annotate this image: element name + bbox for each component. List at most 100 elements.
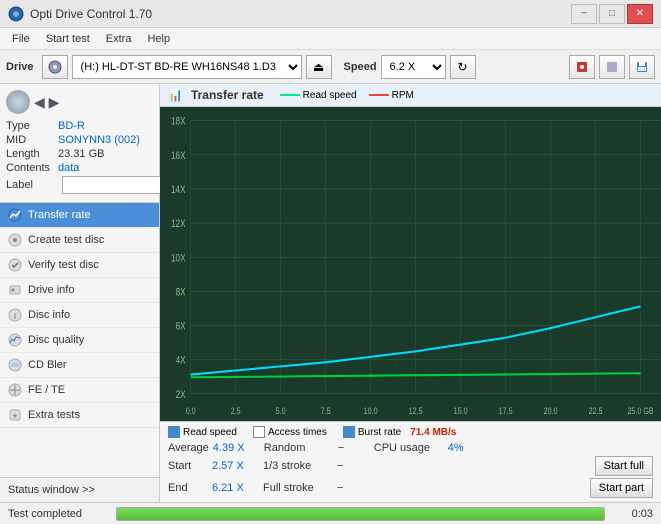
- progress-bar: [116, 507, 605, 521]
- end-label: End: [168, 482, 208, 494]
- disc-type-row: Type BD-R: [6, 120, 153, 132]
- drive-info-icon: [8, 283, 22, 297]
- stat-row-end: End 6.21 X Full stroke − Start part: [168, 478, 653, 498]
- speed-select[interactable]: 6.2 X: [381, 55, 446, 79]
- svg-text:i: i: [14, 312, 16, 321]
- refresh-btn[interactable]: ↻: [450, 55, 476, 79]
- chart-area: 2X 4X 6X 8X 10X 12X 14X 16X 18X 0.0 2.5 …: [160, 107, 661, 421]
- status-time: 0:03: [613, 508, 653, 520]
- nav-item-verify-test-disc[interactable]: Verify test disc: [0, 253, 159, 278]
- disc-icon: [6, 90, 30, 114]
- eject-button[interactable]: ⏏: [306, 55, 332, 79]
- drive-label: Drive: [6, 61, 34, 73]
- legend-read-speed-color: [280, 94, 300, 96]
- disc-nav-arrows[interactable]: ◀ ▶: [34, 94, 59, 111]
- nav-item-cd-bler[interactable]: CD Bler: [0, 353, 159, 378]
- drive-icon-btn[interactable]: [42, 55, 68, 79]
- legend-rpm: RPM: [369, 90, 414, 101]
- svg-text:8X: 8X: [176, 286, 186, 298]
- cpu-usage-value: 4%: [448, 442, 464, 454]
- svg-text:5.0: 5.0: [276, 405, 286, 416]
- minimize-button[interactable]: −: [571, 4, 597, 24]
- nav-item-extra-tests[interactable]: + Extra tests: [0, 403, 159, 428]
- nav-item-disc-quality[interactable]: Disc quality: [0, 328, 159, 353]
- status-bar: Test completed 0:03: [0, 502, 661, 524]
- disc-contents-label: Contents: [6, 162, 58, 174]
- svg-text:18X: 18X: [171, 116, 186, 128]
- nav-item-drive-info[interactable]: Drive info: [0, 278, 159, 303]
- average-value: 4.39 X: [213, 442, 248, 454]
- checkbox-read-speed[interactable]: Read speed: [168, 426, 237, 438]
- disc-mid-label: MID: [6, 134, 58, 146]
- stat-row-start: Start 2.57 X 1/3 stroke − Start full: [168, 456, 653, 476]
- svg-text:0.0: 0.0: [186, 405, 196, 416]
- stats-area: Read speed Access times Burst rate 71.4 …: [160, 421, 661, 502]
- disc-length-value: 23.31 GB: [58, 148, 104, 160]
- checkbox-burst-rate[interactable]: Burst rate 71.4 MB/s: [343, 426, 457, 438]
- disc-length-label: Length: [6, 148, 58, 160]
- disc-contents-row: Contents data: [6, 162, 153, 174]
- drive-select[interactable]: (H:) HL-DT-ST BD-RE WH16NS48 1.D3: [72, 55, 302, 79]
- end-value: 6.21 X: [212, 482, 247, 494]
- start-label: Start: [168, 460, 208, 472]
- disc-contents-value: data: [58, 162, 79, 174]
- menu-extra[interactable]: Extra: [98, 31, 140, 47]
- start-full-button[interactable]: Start full: [595, 456, 653, 476]
- save-btn[interactable]: [629, 55, 655, 79]
- nav-item-disc-info[interactable]: i Disc info: [0, 303, 159, 328]
- window-controls: − □ ✕: [571, 4, 653, 24]
- svg-text:10X: 10X: [171, 252, 186, 264]
- close-button[interactable]: ✕: [627, 4, 653, 24]
- chart-title: Transfer rate: [191, 88, 264, 102]
- svg-text:+: +: [12, 411, 17, 421]
- speed-label: Speed: [344, 61, 377, 73]
- random-label: Random: [264, 442, 334, 454]
- checkbox-access-times[interactable]: Access times: [253, 426, 327, 438]
- menu-start-test[interactable]: Start test: [38, 31, 98, 47]
- burst-rate-value: 71.4 MB/s: [410, 427, 456, 438]
- chart-legend: Read speed RPM: [280, 90, 414, 101]
- cd-bler-icon: [8, 358, 22, 372]
- svg-text:25.0 GB: 25.0 GB: [627, 405, 654, 416]
- disc-length-row: Length 23.31 GB: [6, 148, 153, 160]
- burst-rate-checkbox[interactable]: [343, 426, 355, 438]
- fe-te-icon: [8, 383, 22, 397]
- main-layout: ◀ ▶ Type BD-R MID SONYNN3 (002) Length 2…: [0, 84, 661, 502]
- title-bar: Opti Drive Control 1.70 − □ ✕: [0, 0, 661, 28]
- menu-file[interactable]: File: [4, 31, 38, 47]
- menu-help[interactable]: Help: [139, 31, 178, 47]
- app-icon: [8, 6, 24, 22]
- legend-read-speed: Read speed: [280, 90, 357, 101]
- disc-quality-icon: [8, 333, 22, 347]
- svg-text:17.5: 17.5: [499, 405, 513, 416]
- start-part-button[interactable]: Start part: [590, 478, 653, 498]
- app-title: Opti Drive Control 1.70: [30, 7, 571, 21]
- read-speed-checkbox[interactable]: [168, 426, 180, 438]
- extra-tests-icon: +: [8, 408, 22, 422]
- svg-text:15.0: 15.0: [454, 405, 468, 416]
- content-area: 📊 Transfer rate Read speed RPM: [160, 84, 661, 502]
- info-btn[interactable]: [599, 55, 625, 79]
- stat-row-average: Average 4.39 X Random − CPU usage 4%: [168, 442, 653, 454]
- access-times-checkbox[interactable]: [253, 426, 265, 438]
- svg-text:10.0: 10.0: [364, 405, 378, 416]
- svg-text:2X: 2X: [176, 389, 186, 401]
- random-value: −: [338, 442, 358, 454]
- svg-text:22.5: 22.5: [589, 405, 603, 416]
- svg-text:14X: 14X: [171, 184, 186, 196]
- status-window-btn[interactable]: Status window >>: [0, 477, 159, 502]
- stroke13-value: −: [337, 460, 357, 472]
- settings-btn[interactable]: [569, 55, 595, 79]
- disc-info-icon: i: [8, 308, 22, 322]
- svg-text:12.5: 12.5: [409, 405, 423, 416]
- sidebar: ◀ ▶ Type BD-R MID SONYNN3 (002) Length 2…: [0, 84, 160, 502]
- verify-test-disc-icon: [8, 258, 22, 272]
- legend-rpm-color: [369, 94, 389, 96]
- nav-item-create-test-disc[interactable]: Create test disc: [0, 228, 159, 253]
- disc-header: ◀ ▶: [6, 90, 153, 114]
- status-text: Test completed: [8, 508, 108, 520]
- nav-item-transfer-rate[interactable]: Transfer rate: [0, 203, 159, 228]
- nav-item-fe-te[interactable]: FE / TE: [0, 378, 159, 403]
- disc-mid-value: SONYNN3 (002): [58, 134, 140, 146]
- maximize-button[interactable]: □: [599, 4, 625, 24]
